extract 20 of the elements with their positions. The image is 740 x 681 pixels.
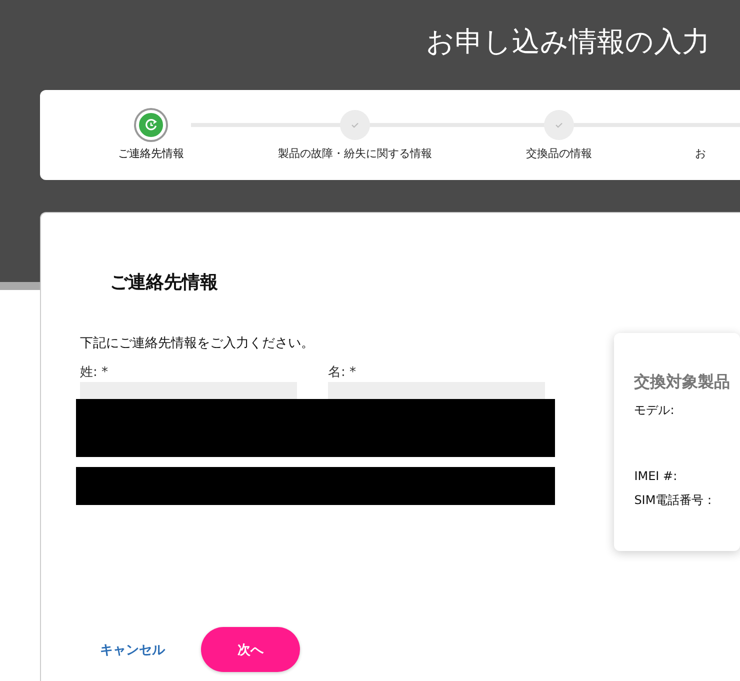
- summary-label: IMEI #:: [634, 468, 678, 485]
- cancel-link[interactable]: キャンセル: [100, 640, 165, 658]
- section-title: ご連絡先情報: [109, 271, 219, 295]
- page-title: お申し込み情報の入力: [426, 24, 710, 60]
- intro-text: 下記にご連絡先情報をご入力ください。: [80, 335, 315, 352]
- summary-title: 交換対象製品: [634, 371, 732, 393]
- summary-label: SIM電話番号：: [634, 492, 717, 509]
- check-step-icon[interactable]: [544, 110, 574, 140]
- field-label: 姓: *: [80, 364, 110, 381]
- input-field[interactable]: [328, 382, 545, 399]
- step-label: 製品の故障・紛失に関する情報: [278, 146, 432, 161]
- step-label: お: [695, 146, 706, 161]
- next-button[interactable]: 次へ: [201, 627, 300, 672]
- check-step-icon[interactable]: [340, 110, 370, 140]
- step-label: 交換品の情報: [526, 146, 592, 161]
- summary-label: モデル:: [634, 402, 676, 419]
- current-step-icon[interactable]: [136, 110, 166, 140]
- step-label: ご連絡先情報: [118, 146, 184, 161]
- field-label: 名: *: [328, 364, 358, 381]
- input-field[interactable]: [80, 382, 297, 399]
